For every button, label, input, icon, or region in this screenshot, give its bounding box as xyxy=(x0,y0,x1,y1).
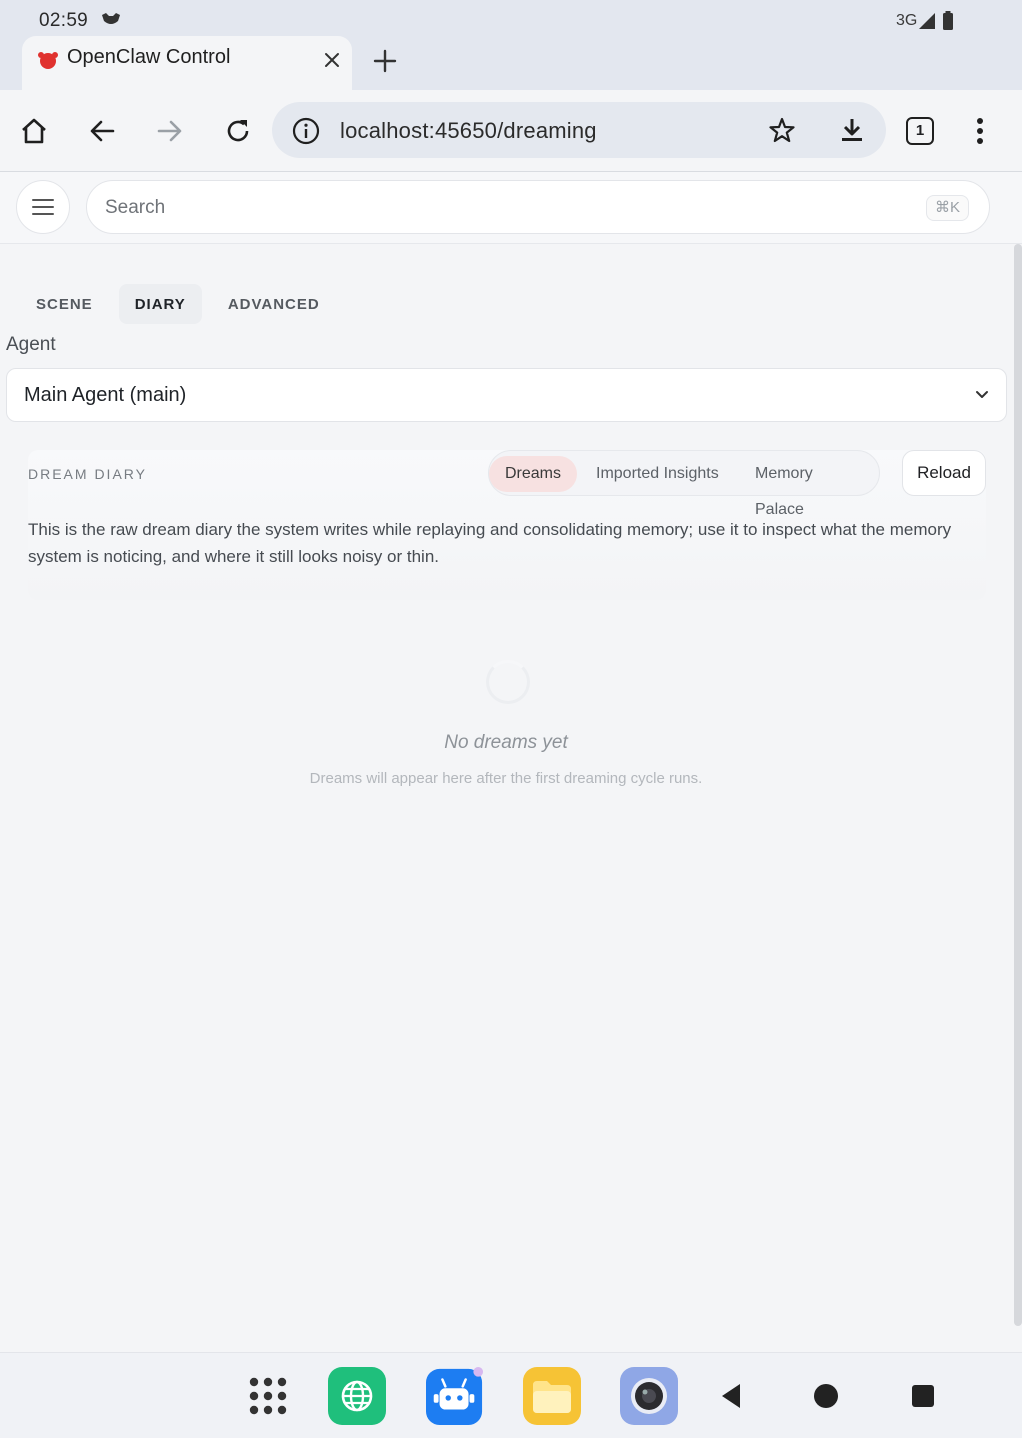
subtab-dreams[interactable]: Dreams xyxy=(489,456,578,492)
tab-scene[interactable]: SCENE xyxy=(20,284,109,324)
new-tab-icon[interactable] xyxy=(372,48,398,74)
loading-spinner-icon xyxy=(486,660,530,704)
reload-button[interactable]: Reload xyxy=(902,450,986,496)
page-scrollbar[interactable] xyxy=(1014,244,1022,1326)
openclaw-favicon-icon xyxy=(36,48,60,77)
home-button-icon[interactable] xyxy=(18,115,50,147)
hamburger-menu-button[interactable] xyxy=(16,180,70,234)
tab-advanced[interactable]: ADVANCED xyxy=(212,284,336,324)
agent-select[interactable]: Main Agent (main) xyxy=(6,368,1007,422)
search-input[interactable] xyxy=(105,191,905,225)
back-icon[interactable] xyxy=(702,1367,760,1425)
address-bar[interactable]: localhost:45650/dreaming xyxy=(272,102,886,158)
agent-label: Agent xyxy=(6,334,56,355)
chevron-down-icon xyxy=(974,388,990,407)
notification-cat-icon xyxy=(100,12,122,33)
dream-diary-description: This is the raw dream diary the system w… xyxy=(28,520,952,566)
recents-icon[interactable] xyxy=(894,1367,952,1425)
tab-switcher-button[interactable]: 1 xyxy=(906,117,934,145)
tab-title: OpenClaw Control xyxy=(67,46,231,68)
dream-diary-card: DREAM DIARY Dreams Imported Insights Mem… xyxy=(28,450,986,600)
download-icon[interactable] xyxy=(838,116,866,149)
diary-subtabs: Dreams Imported Insights Memory Palace xyxy=(488,450,880,518)
files-icon[interactable] xyxy=(523,1367,581,1425)
search-box[interactable]: ⌘K xyxy=(86,180,990,234)
tab-diary[interactable]: DIARY xyxy=(118,284,202,324)
android-nav-bar xyxy=(0,1352,1022,1438)
main-content: SCENE DIARY ADVANCED Agent Main Agent (m… xyxy=(0,244,1012,1352)
status-bar: 02:59 3G xyxy=(0,0,1022,40)
agent-selected-value: Main Agent (main) xyxy=(24,384,187,406)
url-text: localhost:45650/dreaming xyxy=(340,118,597,143)
robot-app-icon[interactable] xyxy=(426,1367,484,1425)
reload-page-icon[interactable] xyxy=(222,115,254,147)
network-type: 3G xyxy=(896,12,918,29)
empty-state: No dreams yet Dreams will appear here af… xyxy=(0,654,1012,804)
browser-toolbar: localhost:45650/dreaming 1 xyxy=(0,90,1022,172)
battery-icon xyxy=(942,11,954,36)
forward-arrow-icon[interactable] xyxy=(154,115,186,147)
app-drawer-icon[interactable] xyxy=(239,1367,297,1425)
site-info-icon[interactable] xyxy=(292,117,320,150)
shortcut-hint: ⌘K xyxy=(925,195,969,221)
empty-state-subtitle: Dreams will appear here after the first … xyxy=(309,770,703,787)
app-header: ⌘K xyxy=(0,172,1022,244)
bookmark-star-icon[interactable] xyxy=(768,116,796,149)
camera-icon[interactable] xyxy=(620,1367,678,1425)
browser-tab-strip: OpenClaw Control xyxy=(0,36,1022,90)
more-menu-icon[interactable] xyxy=(976,117,984,150)
close-tab-icon[interactable] xyxy=(320,48,344,72)
subtab-imported-insights[interactable]: Imported Insights xyxy=(580,456,735,492)
subtab-memory-palace[interactable]: Memory Palace xyxy=(739,456,879,518)
mode-tabs: SCENE DIARY ADVANCED xyxy=(20,284,346,324)
status-time: 02:59 xyxy=(39,10,89,31)
browser-icon[interactable] xyxy=(328,1367,386,1425)
browser-tab[interactable]: OpenClaw Control xyxy=(22,36,352,90)
empty-state-title: No dreams yet xyxy=(444,732,568,753)
back-arrow-icon[interactable] xyxy=(86,115,118,147)
hamburger-icon xyxy=(32,199,54,215)
signal-icon xyxy=(918,12,936,35)
home-icon[interactable] xyxy=(797,1367,855,1425)
dream-diary-title: DREAM DIARY xyxy=(28,466,147,482)
